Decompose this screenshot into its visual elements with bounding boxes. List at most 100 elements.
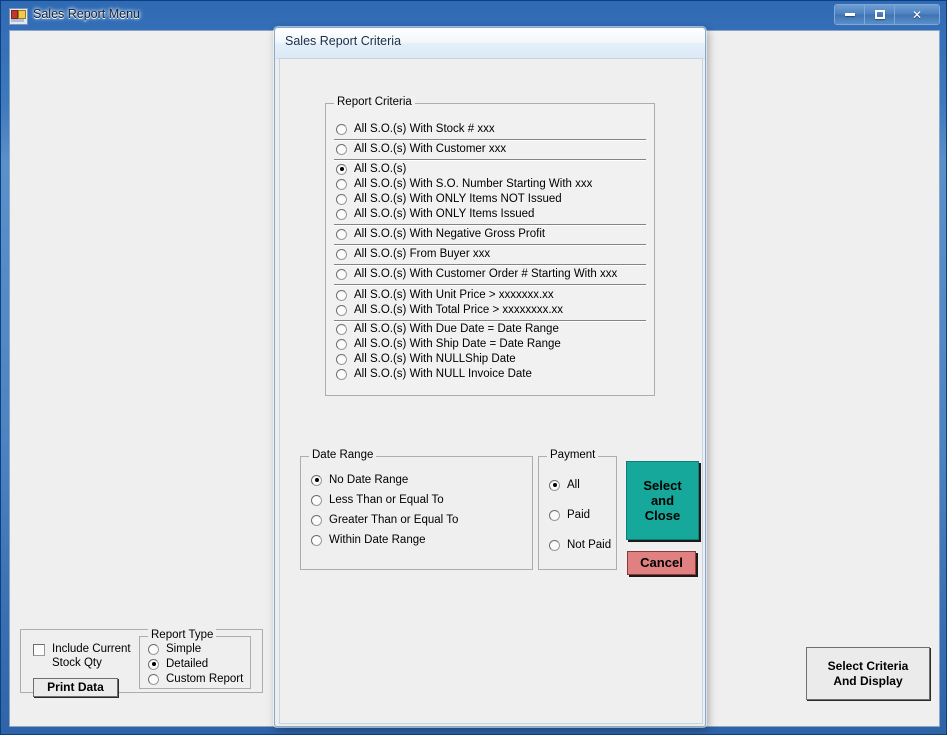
select-and-close-line2: and: [650, 492, 675, 508]
radio-indicator: [336, 289, 347, 301]
radio-indicator: [311, 534, 322, 546]
minimize-icon: [844, 13, 855, 16]
date-range-option-within-date-range[interactable]: Within Date Range: [311, 534, 426, 546]
select-and-close-line3: Close: [644, 508, 681, 524]
separator: [334, 264, 646, 266]
criteria-option-customer-order-number[interactable]: All S.O.(s) With Customer Order # Starti…: [336, 268, 617, 280]
select-criteria-and-display-button[interactable]: Select Criteria And Display: [806, 647, 930, 700]
dialog-title-bar[interactable]: Sales Report Criteria: [275, 28, 705, 59]
radio-indicator: [336, 304, 347, 316]
criteria-option-from-buyer[interactable]: All S.O.(s) From Buyer xxx: [336, 248, 490, 260]
cancel-button[interactable]: Cancel: [627, 551, 696, 575]
criteria-option-null-invoice-date[interactable]: All S.O.(s) With NULL Invoice Date: [336, 368, 532, 380]
select-criteria-line2: And Display: [833, 673, 903, 688]
criteria-option-label: All S.O.(s) With S.O. Number Starting Wi…: [354, 178, 593, 190]
criteria-option-label: All S.O.(s) With NULL Invoice Date: [354, 368, 532, 380]
main-title-bar[interactable]: Sales Report Menu ✕: [1, 1, 946, 30]
maximize-button[interactable]: [865, 5, 895, 24]
report-criteria-legend: Report Criteria: [334, 96, 415, 108]
criteria-option-ship-date-range[interactable]: All S.O.(s) With Ship Date = Date Range: [336, 338, 561, 350]
date-range-legend: Date Range: [309, 449, 377, 461]
date-range-option-label: Greater Than or Equal To: [329, 514, 459, 526]
criteria-option-customer[interactable]: All S.O.(s) With Customer xxx: [336, 143, 506, 155]
radio-indicator: [336, 193, 347, 205]
criteria-option-label: All S.O.(s) With Unit Price > xxxxxxx.xx: [354, 289, 554, 301]
criteria-option-label: All S.O.(s) With Ship Date = Date Range: [354, 338, 561, 350]
radio-indicator: [336, 178, 347, 190]
criteria-option-all-so[interactable]: All S.O.(s): [336, 163, 406, 175]
report-type-option-simple[interactable]: Simple: [148, 643, 201, 655]
criteria-option-so-number-starting[interactable]: All S.O.(s) With S.O. Number Starting Wi…: [336, 178, 592, 190]
form-icon: [9, 8, 28, 25]
criteria-option-label: All S.O.(s) From Buyer xxx: [354, 248, 491, 260]
date-range-option-no-date-range[interactable]: No Date Range: [311, 474, 408, 486]
select-and-close-button[interactable]: Select and Close: [626, 461, 699, 540]
date-range-group: Date Range No Date Range Less Than or Eq…: [300, 449, 533, 570]
separator: [334, 224, 646, 226]
criteria-option-negative-gross-profit[interactable]: All S.O.(s) With Negative Gross Profit: [336, 228, 545, 240]
separator: [334, 284, 646, 286]
print-options-panel: Include Current Stock Qty Print Data Rep…: [20, 629, 263, 697]
criteria-option-label: All S.O.(s): [354, 163, 407, 175]
report-type-option-custom-report[interactable]: Custom Report: [148, 673, 243, 685]
report-type-legend: Report Type: [148, 629, 217, 641]
radio-indicator: [336, 248, 347, 260]
radio-indicator: [311, 494, 322, 506]
minimize-button[interactable]: [835, 5, 865, 24]
payment-group: Payment All Paid Not Paid: [538, 449, 617, 570]
include-stock-qty-label-line1: Include Current: [52, 643, 131, 655]
close-button[interactable]: ✕: [895, 5, 939, 24]
radio-indicator: [336, 368, 347, 380]
report-type-option-label: Simple: [166, 643, 202, 655]
dialog-title: Sales Report Criteria: [285, 34, 402, 48]
report-criteria-group: Report Criteria All S.O.(s) With Stock #…: [325, 96, 655, 396]
payment-option-not-paid[interactable]: Not Paid: [549, 539, 611, 551]
criteria-option-label: All S.O.(s) With Customer xxx: [354, 143, 507, 155]
criteria-option-unit-price[interactable]: All S.O.(s) With Unit Price > xxxxxxx.xx: [336, 289, 554, 301]
radio-indicator: [311, 474, 322, 486]
maximize-icon: [874, 10, 885, 19]
criteria-option-only-items-not-issued[interactable]: All S.O.(s) With ONLY Items NOT Issued: [336, 193, 562, 205]
radio-indicator: [549, 539, 560, 551]
report-type-option-detailed[interactable]: Detailed: [148, 658, 208, 670]
criteria-option-label: All S.O.(s) With ONLY Items Issued: [354, 208, 535, 220]
radio-indicator: [148, 643, 159, 655]
radio-indicator: [336, 163, 347, 175]
print-data-button[interactable]: Print Data: [33, 678, 118, 697]
radio-indicator: [336, 143, 347, 155]
date-range-option-less-than-or-equal[interactable]: Less Than or Equal To: [311, 494, 444, 506]
separator: [334, 320, 646, 322]
select-criteria-line1: Select Criteria: [827, 659, 909, 674]
main-window-title: Sales Report Menu: [33, 7, 141, 21]
include-stock-qty-label-line2: Stock Qty: [52, 657, 102, 670]
main-window: Sales Report Menu ✕ Include Current Stoc…: [0, 0, 947, 735]
separator: [334, 244, 646, 246]
separator: [334, 139, 646, 141]
criteria-option-stock-number[interactable]: All S.O.(s) With Stock # xxx: [336, 123, 495, 135]
radio-indicator: [148, 673, 159, 685]
payment-option-all[interactable]: All: [549, 479, 580, 491]
radio-indicator: [336, 323, 347, 335]
criteria-option-total-price[interactable]: All S.O.(s) With Total Price > xxxxxxxx.…: [336, 304, 563, 316]
report-type-option-label: Detailed: [166, 658, 209, 670]
sales-report-criteria-dialog: Sales Report Criteria Report Criteria Al…: [274, 27, 706, 727]
radio-indicator: [336, 123, 347, 135]
date-range-option-greater-than-or-equal[interactable]: Greater Than or Equal To: [311, 514, 458, 526]
criteria-option-label: All S.O.(s) With Negative Gross Profit: [354, 228, 546, 240]
include-current-stock-qty-checkbox[interactable]: Include Current Stock Qty: [33, 642, 131, 671]
radio-indicator: [148, 658, 159, 670]
date-range-option-label: Less Than or Equal To: [329, 494, 444, 506]
report-type-option-label: Custom Report: [166, 673, 244, 685]
radio-indicator: [336, 268, 347, 280]
criteria-option-only-items-issued[interactable]: All S.O.(s) With ONLY Items Issued: [336, 208, 534, 220]
criteria-option-null-ship-date[interactable]: All S.O.(s) With NULLShip Date: [336, 353, 516, 365]
criteria-option-label: All S.O.(s) With Stock # xxx: [354, 123, 495, 135]
radio-indicator: [336, 353, 347, 365]
criteria-option-due-date-range[interactable]: All S.O.(s) With Due Date = Date Range: [336, 323, 559, 335]
radio-indicator: [336, 208, 347, 220]
checkbox-box: [33, 644, 45, 656]
date-range-option-label: Within Date Range: [329, 534, 426, 546]
radio-indicator: [336, 228, 347, 240]
payment-option-paid[interactable]: Paid: [549, 509, 590, 521]
radio-indicator: [336, 338, 347, 350]
